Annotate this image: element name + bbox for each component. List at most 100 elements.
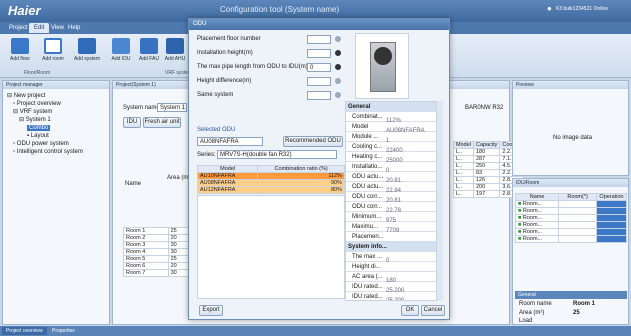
property-row: The max ...0: [346, 252, 436, 264]
series-label: Series:: [197, 152, 216, 158]
odu-ratio-cell: 112%: [257, 172, 345, 180]
odu-image: [355, 33, 409, 99]
field-input[interactable]: [307, 49, 331, 58]
tree-item-odu-power[interactable]: ▫ ODU power system: [3, 140, 109, 148]
add-system-button[interactable]: Add system: [72, 38, 102, 68]
attribute-row[interactable]: ■ Room...: [514, 221, 627, 229]
room-area-cell: 25: [167, 227, 190, 235]
attribute-row[interactable]: ■ Room...: [514, 228, 627, 236]
cancel-button[interactable]: Cancel: [421, 305, 445, 316]
property-key: Installatio...: [352, 164, 383, 170]
odu-table-row[interactable]: AU10NFAFRA 112%: [196, 172, 345, 180]
series-value: BAR0NW R32: [465, 105, 504, 111]
field-input[interactable]: [307, 35, 331, 44]
add-floor-button[interactable]: Add floor: [5, 38, 35, 68]
property-scrollbar[interactable]: [437, 101, 443, 301]
tab-project-overview[interactable]: Project overview: [2, 327, 47, 335]
room-row[interactable]: Room 2 20: [123, 234, 190, 242]
add-idu-button[interactable]: Add IDU: [106, 38, 136, 68]
room-name-cell: Room 2: [123, 234, 169, 242]
attribute-row[interactable]: ■ Room...: [514, 200, 627, 208]
add-room-button[interactable]: Add room: [38, 38, 68, 68]
area-value[interactable]: 25: [573, 310, 580, 316]
info-icon[interactable]: [335, 64, 341, 70]
property-key: Maximu...: [352, 224, 379, 230]
system-name-input[interactable]: System 1: [157, 103, 187, 112]
tree-item-vrf[interactable]: ⊟ VRF system: [3, 108, 109, 116]
odu-model-cell: AU08NFAFRA: [196, 179, 259, 187]
property-row: Combinat...112%: [346, 112, 436, 124]
info-icon[interactable]: [335, 36, 341, 42]
idu-model-cell: 180: [472, 148, 501, 156]
room-row[interactable]: Room 4 30: [123, 248, 190, 256]
room-name-value[interactable]: Room 1: [573, 301, 595, 307]
odu-table-row[interactable]: AU12NFAFRA 80%: [196, 186, 345, 194]
add-ahu-button[interactable]: Add AHU: [160, 38, 190, 68]
property-category[interactable]: General: [346, 102, 436, 112]
tree-item-layout[interactable]: ▪ Layout: [3, 132, 109, 140]
room-name-cell: Room 3: [123, 241, 169, 249]
info-icon[interactable]: [335, 78, 341, 84]
odu-ratio-cell: 80%: [257, 186, 345, 194]
idu-model-cell: L..: [453, 162, 474, 170]
property-key: IDU rated...: [352, 294, 383, 300]
odu-table-empty-area: [197, 195, 345, 299]
property-value: 0: [386, 258, 390, 264]
attribute-row[interactable]: ■ Room...: [514, 207, 627, 215]
property-row: Heating c...25000: [346, 152, 436, 164]
room-row[interactable]: Room 5 25: [123, 255, 190, 263]
room-name-cell: Room 7: [123, 269, 169, 277]
odu-dialog: ODU Placement floor number Installation h…: [188, 18, 450, 320]
odu-model-table: Model Combination ratio (%) AU10NFAFRA 112…: [196, 165, 345, 194]
info-icon[interactable]: [335, 92, 341, 98]
recommended-odu-button[interactable]: Recommended ODU: [283, 136, 343, 147]
property-key: Module ...: [352, 134, 379, 140]
attributes-panel: IDU/Room Name Room(*) Operation ■ Room... ■…: [512, 178, 629, 325]
user-icon[interactable]: ●: [547, 4, 552, 13]
attribute-name: Room...: [522, 222, 543, 228]
field-input[interactable]: [307, 77, 331, 86]
idu-icon: [112, 38, 130, 54]
ribbon-group-floor: Floor/Room: [24, 70, 51, 76]
menu-help[interactable]: Help: [63, 23, 85, 33]
room-row[interactable]: Room 7 30: [123, 269, 190, 277]
ok-button[interactable]: OK: [401, 305, 419, 316]
tab-properties[interactable]: Properties: [48, 327, 79, 335]
room-name-cell: Room 5: [123, 255, 169, 263]
room-name-cell: Room 4: [123, 248, 169, 256]
property-category[interactable]: System info...: [346, 242, 436, 252]
property-row: ODU actu...22.84: [346, 182, 436, 194]
idu-subtab[interactable]: IDU: [123, 117, 141, 128]
fresh-air-subtab[interactable]: Fresh air unit: [143, 117, 181, 128]
attribute-row[interactable]: ■ Room...: [514, 235, 627, 243]
attribute-row[interactable]: ■ Room...: [514, 214, 627, 222]
idu-model-cell: 197: [472, 190, 501, 198]
selected-odu-field[interactable]: AU08NFAFRA: [197, 137, 263, 146]
field-input[interactable]: 0: [307, 63, 331, 72]
property-value: AU08NFAFRA: [386, 128, 425, 134]
app-title: Configuration tool (System name): [220, 5, 340, 14]
tree-item-overview[interactable]: ▫ Project overview: [3, 100, 109, 108]
field-label: Installation height(m): [197, 50, 253, 56]
property-key: The max ...: [352, 254, 383, 260]
room-row[interactable]: Room 1 25: [123, 227, 190, 235]
field-input[interactable]: [307, 91, 331, 100]
tree-item-control[interactable]: ▫ Intelligent control system: [3, 148, 109, 156]
room-area-cell: 25: [167, 255, 190, 263]
room-row[interactable]: Room 3 30: [123, 241, 190, 249]
attributes-header: IDU/Room: [513, 179, 628, 187]
odu-table-row[interactable]: AU08NFAFRA 90%: [196, 179, 345, 187]
idu-model-cell: 250: [472, 162, 501, 170]
property-row: IDU rated...25.200: [346, 292, 436, 300]
tree-item-combo[interactable]: Combo: [3, 124, 109, 132]
info-icon[interactable]: [335, 50, 341, 56]
room-table: Room 1 25 Room 2 20 Room 3 30 Room 4 30 Room 5 25…: [123, 227, 190, 277]
property-row: Minimum...975: [346, 212, 436, 224]
property-value: 7709: [386, 228, 400, 234]
export-button[interactable]: Export: [199, 305, 223, 316]
tree-item-system1[interactable]: ⊟ System 1: [3, 116, 109, 124]
room-row[interactable]: Room 6 20: [123, 262, 190, 270]
tree-item-new-project[interactable]: ⊟ New project: [3, 92, 109, 100]
series-select[interactable]: MRV7S-H(double fan R32): [217, 150, 337, 159]
property-row: Cooling c...22400: [346, 142, 436, 154]
